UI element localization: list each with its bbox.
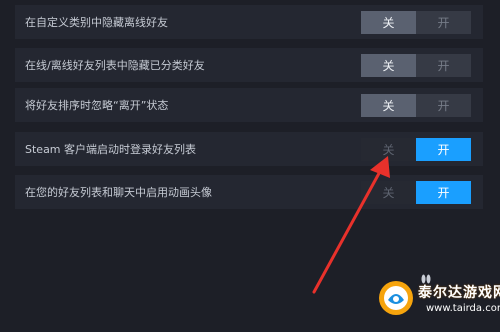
setting-row-login-friends-on-startup: Steam 客户端启动时登录好友列表 关 开 — [15, 132, 483, 166]
setting-label: 在自定义类别中隐藏离线好友 — [25, 16, 168, 29]
toggle-ignore-away-status: 关 开 — [361, 94, 471, 117]
toggle-hide-offline-in-categories: 关 开 — [361, 11, 471, 34]
setting-label: 在线/离线好友列表中隐藏已分类好友 — [25, 59, 205, 72]
toggle-off-button[interactable]: 关 — [361, 54, 416, 77]
toggle-off-button[interactable]: 关 — [361, 11, 416, 34]
setting-row-hide-categorized-friends: 在线/离线好友列表中隐藏已分类好友 关 开 — [15, 48, 483, 82]
setting-row-ignore-away-status: 将好友排序时忽略“离开”状态 关 开 — [15, 88, 483, 122]
toggle-on-button[interactable]: 开 — [416, 94, 471, 117]
toggle-login-friends-on-startup: 关 开 — [361, 138, 471, 161]
site-logo-icon — [379, 281, 413, 315]
watermark-title: 泰尔达游戏网 — [418, 285, 500, 301]
setting-row-hide-offline-in-categories: 在自定义类别中隐藏离线好友 关 开 — [15, 5, 483, 39]
setting-label: Steam 客户端启动时登录好友列表 — [25, 143, 197, 156]
watermark-url: www.tairda.com — [426, 303, 500, 314]
toggle-off-button[interactable]: 关 — [361, 138, 416, 161]
toggle-on-button[interactable]: 开 — [416, 11, 471, 34]
toggle-hide-categorized-friends: 关 开 — [361, 54, 471, 77]
setting-row-animated-avatars: 在您的好友列表和聊天中启用动画头像 关 开 — [15, 175, 483, 209]
toggle-animated-avatars: 关 开 — [361, 181, 471, 204]
setting-label: 在您的好友列表和聊天中启用动画头像 — [25, 186, 212, 199]
toggle-off-button[interactable]: 关 — [361, 94, 416, 117]
toggle-on-button[interactable]: 开 — [416, 138, 471, 161]
toggle-on-button[interactable]: 开 — [416, 181, 471, 204]
setting-label: 将好友排序时忽略“离开”状态 — [25, 99, 169, 112]
toggle-off-button[interactable]: 关 — [361, 181, 416, 204]
site-watermark: 泰尔达游戏网 www.tairda.com — [376, 270, 500, 328]
friends-settings-panel: 在自定义类别中隐藏离线好友 关 开 在线/离线好友列表中隐藏已分类好友 关 开 … — [0, 0, 500, 332]
toggle-on-button[interactable]: 开 — [416, 54, 471, 77]
